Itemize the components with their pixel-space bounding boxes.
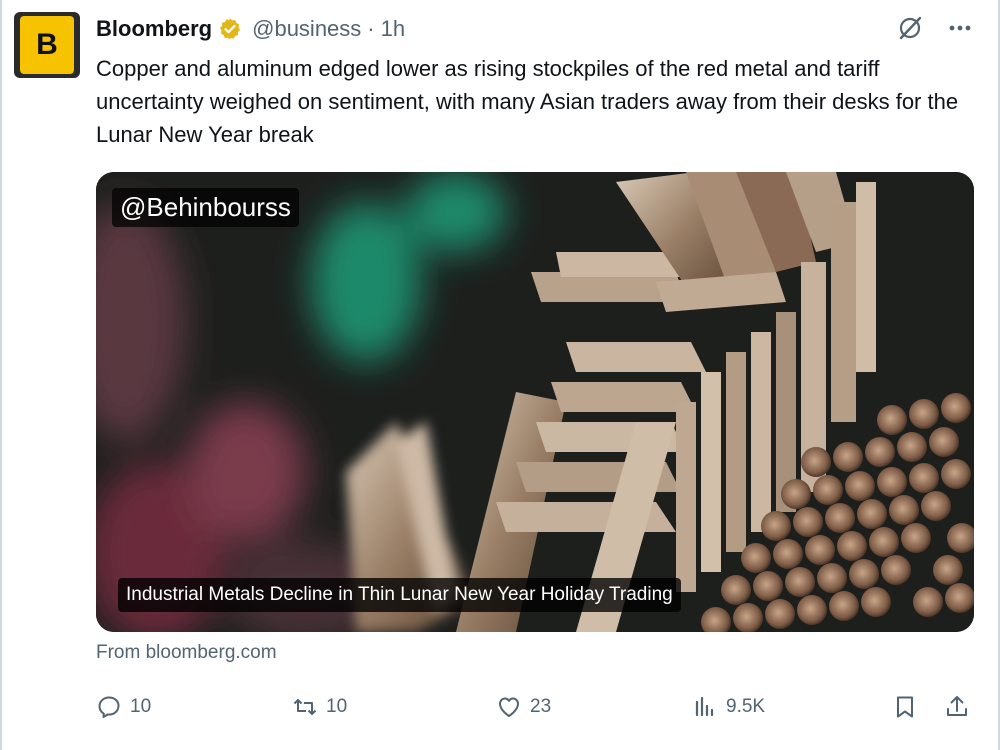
more-icon[interactable]: [946, 14, 974, 42]
verified-badge-icon: [220, 18, 241, 40]
views-count: 9.5K: [726, 696, 766, 717]
media-watermark: @Behinbourss: [112, 188, 299, 227]
grok-icon[interactable]: [896, 14, 924, 42]
separator-dot: ·: [367, 16, 375, 41]
like-button[interactable]: 23: [496, 690, 551, 724]
author-name[interactable]: Bloomberg: [96, 16, 212, 42]
tweet-header: Bloomberg @business · 1h: [96, 14, 405, 44]
avatar[interactable]: B: [14, 12, 80, 78]
share-button[interactable]: [944, 690, 970, 724]
tweet-card: B Bloomberg @business · 1h Copper and al…: [0, 0, 1000, 750]
link-card-title[interactable]: Industrial Metals Decline in Thin Lunar …: [118, 578, 681, 612]
views-button[interactable]: 9.5K: [692, 690, 765, 724]
heart-icon: [499, 697, 519, 717]
repost-icon: [293, 699, 317, 715]
tweet-top-actions: [896, 14, 974, 42]
author-handle[interactable]: @business: [252, 16, 361, 42]
link-source[interactable]: From bloomberg.com: [96, 642, 277, 664]
tweet-action-bar: 10 10 23 9.5K: [96, 690, 986, 724]
tweet-text: Copper and aluminum edged lower as risin…: [96, 56, 959, 147]
media-card[interactable]: @Behinbourss Industrial Metals Decline i…: [96, 172, 974, 632]
reply-count: 10: [130, 696, 152, 717]
media-image: [96, 172, 974, 632]
bookmark-icon: [897, 696, 913, 718]
share-icon: [947, 696, 967, 716]
tweet-time[interactable]: 1h: [381, 16, 405, 42]
views-icon: [695, 696, 714, 717]
repost-count: 10: [326, 696, 348, 717]
bookmark-button[interactable]: [892, 690, 918, 724]
reply-icon: [98, 696, 120, 718]
like-count: 23: [530, 696, 552, 717]
reply-button[interactable]: 10: [96, 690, 151, 724]
avatar-logo: B: [20, 16, 74, 74]
repost-button[interactable]: 10: [292, 690, 347, 724]
